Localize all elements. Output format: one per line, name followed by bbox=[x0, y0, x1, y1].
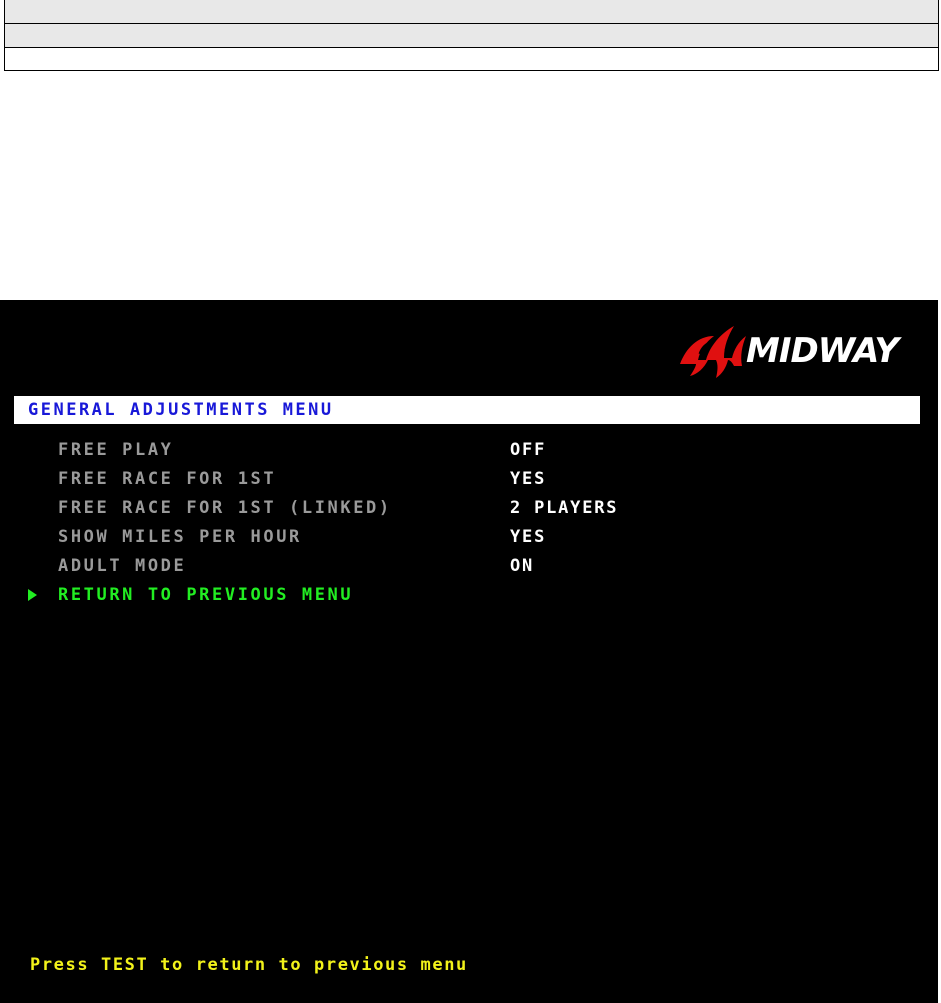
menu-item-show-miles-per-hour[interactable]: SHOW MILES PER HOUR YES bbox=[0, 527, 938, 556]
menu-item-label: FREE RACE FOR 1ST (LINKED) bbox=[58, 498, 392, 518]
menu-title-bar: GENERAL ADJUSTMENTS MENU bbox=[14, 396, 920, 424]
menu-item-free-race-for-1st[interactable]: FREE RACE FOR 1ST YES bbox=[0, 469, 938, 498]
footer-hint: Press TEST to return to previous menu bbox=[30, 955, 468, 975]
menu-item-label: SHOW MILES PER HOUR bbox=[58, 527, 302, 547]
menu-item-value: 2 PLAYERS bbox=[510, 498, 619, 518]
menu-item-free-race-for-1st-linked[interactable]: FREE RACE FOR 1ST (LINKED) 2 PLAYERS bbox=[0, 498, 938, 527]
midway-logo: MIDWAY bbox=[676, 320, 906, 380]
table-row bbox=[5, 48, 938, 70]
menu-item-label: FREE RACE FOR 1ST bbox=[58, 469, 277, 489]
menu-item-value: ON bbox=[510, 556, 535, 576]
menu-item-label: ADULT MODE bbox=[58, 556, 187, 576]
menu-item-value: OFF bbox=[510, 440, 547, 460]
selection-arrow-icon bbox=[28, 589, 37, 601]
menu-item-value: YES bbox=[510, 527, 547, 547]
table-row bbox=[5, 0, 938, 24]
menu-title: GENERAL ADJUSTMENTS MENU bbox=[28, 400, 334, 420]
midway-logo-text: MIDWAY bbox=[746, 331, 899, 371]
menu-item-adult-mode[interactable]: ADULT MODE ON bbox=[0, 556, 938, 585]
table-row bbox=[5, 24, 938, 48]
game-screen: MIDWAY GENERAL ADJUSTMENTS MENU FREE PLA… bbox=[0, 300, 938, 1003]
menu-item-value: YES bbox=[510, 469, 547, 489]
menu-item-return-to-previous-menu[interactable]: RETURN TO PREVIOUS MENU bbox=[0, 585, 938, 614]
menu-item-label: RETURN TO PREVIOUS MENU bbox=[58, 585, 354, 605]
menu-item-label: FREE PLAY bbox=[58, 440, 174, 460]
top-table bbox=[4, 0, 939, 71]
menu-item-free-play[interactable]: FREE PLAY OFF bbox=[0, 440, 938, 469]
